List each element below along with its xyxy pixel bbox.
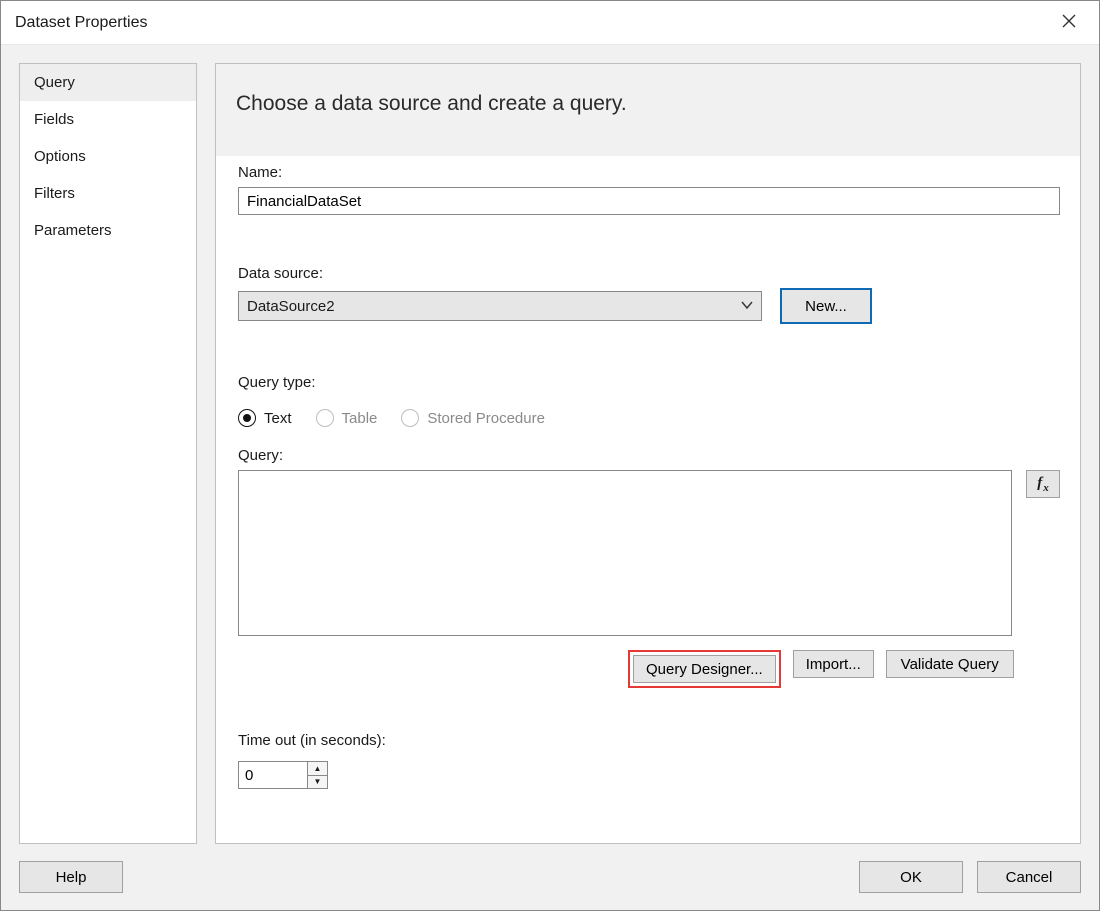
import-button[interactable]: Import... [793,650,874,678]
close-icon [1062,14,1076,32]
panel-content: Name: Data source: DataSource2 New... Qu… [216,156,1080,843]
data-source-combo[interactable]: DataSource2 [238,291,762,321]
query-type-table-radio: Table [316,409,378,427]
spinner-arrows: ▲ ▼ [307,762,327,788]
fx-icon: fx [1037,475,1049,494]
query-type-text-radio[interactable]: Text [238,409,292,427]
new-data-source-button[interactable]: New... [780,288,872,324]
sidebar-item-label: Parameters [34,222,112,239]
spinner-down-button[interactable]: ▼ [308,776,327,789]
sidebar-item-label: Query [34,74,75,91]
help-button[interactable]: Help [19,861,123,893]
close-button[interactable] [1055,9,1083,37]
radio-circle-icon [238,409,256,427]
query-type-group: Text Table Stored Procedure [238,409,1060,427]
panel-header: Choose a data source and create a query. [216,64,1080,156]
data-source-row: DataSource2 New... [238,288,1060,324]
main-panel: Choose a data source and create a query.… [215,63,1081,844]
expression-button[interactable]: fx [1026,470,1060,498]
dataset-properties-dialog: Dataset Properties Query Fields Options … [0,0,1100,911]
sidebar-item-parameters[interactable]: Parameters [20,212,196,249]
query-buttons-row: Query Designer... Import... Validate Que… [628,650,1060,688]
timeout-label: Time out (in seconds): [238,732,1060,749]
sidebar-item-label: Fields [34,111,74,128]
sidebar-item-query[interactable]: Query [20,64,196,101]
query-row: fx [238,470,1060,636]
sidebar-item-filters[interactable]: Filters [20,175,196,212]
spinner-up-button[interactable]: ▲ [308,762,327,776]
dialog-footer: Help OK Cancel [1,844,1099,910]
data-source-value: DataSource2 [247,298,335,315]
sidebar-item-options[interactable]: Options [20,138,196,175]
timeout-spinner[interactable]: ▲ ▼ [238,761,328,789]
name-input[interactable] [238,187,1060,215]
validate-query-button[interactable]: Validate Query [886,650,1014,678]
sidebar-item-label: Options [34,148,86,165]
dialog-body: Query Fields Options Filters Parameters … [1,45,1099,844]
ok-button[interactable]: OK [859,861,963,893]
window-title: Dataset Properties [15,14,148,32]
data-source-label: Data source: [238,265,1060,282]
arrow-up-icon: ▲ [314,764,322,773]
sidebar: Query Fields Options Filters Parameters [19,63,197,844]
cancel-button[interactable]: Cancel [977,861,1081,893]
query-designer-button[interactable]: Query Designer... [633,655,776,683]
radio-circle-icon [401,409,419,427]
sidebar-item-label: Filters [34,185,75,202]
titlebar: Dataset Properties [1,1,1099,45]
arrow-down-icon: ▼ [314,777,322,786]
query-label: Query: [238,447,1060,464]
timeout-input[interactable] [239,762,307,788]
query-type-label: Query type: [238,374,1060,391]
chevron-down-icon [741,298,753,315]
query-type-sproc-radio: Stored Procedure [401,409,545,427]
radio-label: Stored Procedure [427,410,545,427]
radio-circle-icon [316,409,334,427]
radio-label: Text [264,410,292,427]
sidebar-item-fields[interactable]: Fields [20,101,196,138]
query-textarea[interactable] [238,470,1012,636]
radio-label: Table [342,410,378,427]
query-designer-highlight: Query Designer... [628,650,781,688]
name-label: Name: [238,164,1060,181]
